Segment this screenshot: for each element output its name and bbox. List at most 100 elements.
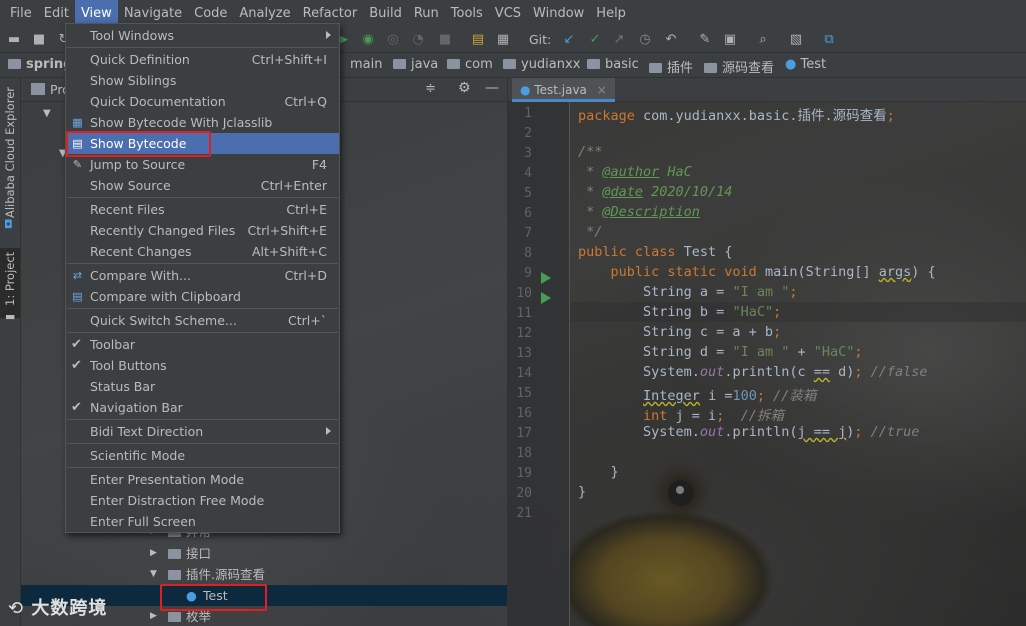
profile-icon[interactable]: ◔ bbox=[410, 32, 426, 48]
menu-item-scientific-mode[interactable]: Scientific Mode bbox=[66, 445, 339, 466]
project-structure-icon[interactable]: ▦ bbox=[495, 32, 511, 48]
code-line[interactable]: * @date 2020/10/14 bbox=[578, 184, 732, 200]
breadcrumb-main[interactable]: main bbox=[350, 57, 382, 72]
menu-item-quick-definition[interactable]: Quick Definition Ctrl+Shift+I bbox=[66, 49, 339, 70]
code-line[interactable]: String a = "I am "; bbox=[578, 284, 797, 300]
run-class-icon[interactable] bbox=[541, 272, 551, 284]
menu-tools[interactable]: Tools bbox=[445, 0, 489, 27]
menu-item-presentation-mode[interactable]: Enter Presentation Mode bbox=[66, 469, 339, 490]
menu-item-show-bytecode-jclasslib[interactable]: ▦ Show Bytecode With Jclasslib bbox=[66, 112, 339, 133]
line-number: 13 bbox=[516, 346, 532, 361]
tree-item-interface[interactable]: ▶ 接口 bbox=[21, 543, 507, 564]
breadcrumb-test[interactable]: ● Test bbox=[785, 57, 826, 72]
menu-file[interactable]: File bbox=[4, 0, 38, 27]
menu-item-show-source[interactable]: Show Source Ctrl+Enter bbox=[66, 175, 339, 196]
folder-icon bbox=[704, 63, 717, 73]
menu-separator bbox=[67, 443, 338, 444]
menu-item-distraction-free-mode[interactable]: Enter Distraction Free Mode bbox=[66, 490, 339, 511]
debug-icon[interactable]: ◉ bbox=[360, 32, 376, 48]
menu-item-show-siblings[interactable]: Show Siblings bbox=[66, 70, 339, 91]
tasks-icon[interactable]: ▧ bbox=[788, 32, 804, 48]
chevron-right-icon[interactable]: ▶ bbox=[150, 543, 157, 564]
checkmark-icon: ✔ bbox=[71, 358, 82, 373]
code-line[interactable]: * @author HaC bbox=[578, 164, 692, 180]
menu-item-recent-files[interactable]: Recent Files Ctrl+E bbox=[66, 199, 339, 220]
line-number: 15 bbox=[516, 386, 532, 401]
menu-item-jump-to-source[interactable]: ✎ Jump to Source F4 bbox=[66, 154, 339, 175]
code-line[interactable]: String b = "HaC"; bbox=[578, 304, 781, 320]
coverage-icon[interactable]: ◎ bbox=[385, 32, 401, 48]
code-line[interactable]: */ bbox=[578, 224, 602, 240]
breadcrumb-yudianxx[interactable]: yudianxx bbox=[503, 57, 580, 72]
menu-item-toolbar[interactable]: ✔ Toolbar bbox=[66, 334, 339, 355]
code-line[interactable]: } bbox=[578, 484, 586, 500]
run-method-icon[interactable] bbox=[541, 292, 551, 304]
breadcrumb-com[interactable]: com bbox=[447, 57, 493, 72]
collapse-all-icon[interactable]: ≑ bbox=[425, 81, 436, 96]
breadcrumb-source-view[interactable]: 源码查看 bbox=[704, 57, 774, 76]
menu-item-compare-with[interactable]: ⇄ Compare With... Ctrl+D bbox=[66, 265, 339, 286]
close-icon[interactable]: × bbox=[597, 83, 607, 97]
menu-window[interactable]: Window bbox=[527, 0, 590, 27]
line-number: 3 bbox=[524, 146, 532, 161]
git-history-icon[interactable]: ◷ bbox=[637, 32, 653, 48]
menu-item-recent-changes[interactable]: Recent Changes Alt+Shift+C bbox=[66, 241, 339, 262]
breadcrumb-plugin[interactable]: 插件 bbox=[649, 57, 693, 76]
code-line[interactable]: System.out.println(j == j); //true bbox=[578, 424, 919, 440]
hide-panel-icon[interactable]: — bbox=[485, 80, 499, 96]
code-line[interactable]: package com.yudianxx.basic.插件.源码查看; bbox=[578, 104, 895, 124]
menu-run[interactable]: Run bbox=[408, 0, 445, 27]
menu-item-tool-buttons[interactable]: ✔ Tool Buttons bbox=[66, 355, 339, 376]
tab-test-java[interactable]: ● Test.java × bbox=[512, 78, 615, 102]
menu-item-compare-clipboard[interactable]: ▤ Compare with Clipboard bbox=[66, 286, 339, 307]
code-line[interactable]: Integer i =100; //装箱 bbox=[578, 384, 816, 404]
line-number: 8 bbox=[524, 246, 532, 261]
git-update-icon[interactable]: ↙ bbox=[561, 32, 577, 48]
menu-build[interactable]: Build bbox=[363, 0, 408, 27]
alibaba-cloud-explorer-tab[interactable]: Alibaba Cloud Explorer bbox=[3, 87, 17, 218]
code-line[interactable]: } bbox=[578, 464, 619, 480]
settings-wrench-icon[interactable]: ✎ bbox=[697, 32, 713, 48]
menu-item-quick-documentation[interactable]: Quick Documentation Ctrl+Q bbox=[66, 91, 339, 112]
code-line[interactable]: public static void main(String[] args) { bbox=[578, 264, 936, 280]
code-line[interactable]: /** bbox=[578, 144, 602, 160]
stop-icon[interactable]: ■ bbox=[437, 32, 453, 48]
code-line[interactable]: public class Test { bbox=[578, 244, 732, 260]
code-line[interactable]: * @Description bbox=[578, 204, 700, 220]
project-tool-tab[interactable]: 1: Project bbox=[3, 252, 17, 306]
line-number: 2 bbox=[524, 126, 532, 141]
code-line[interactable]: System.out.println(c == d); //false bbox=[578, 364, 928, 380]
code-line[interactable]: String d = "I am " + "HaC"; bbox=[578, 344, 863, 360]
build-icon[interactable]: ▤ bbox=[470, 32, 486, 48]
search-icon[interactable]: ⌕ bbox=[755, 32, 771, 48]
git-commit-icon[interactable]: ✓ bbox=[587, 32, 603, 48]
menu-item-navigation-bar[interactable]: ✔ Navigation Bar bbox=[66, 397, 339, 418]
project-structure2-icon[interactable]: ▣ bbox=[722, 32, 738, 48]
menu-item-tool-windows[interactable]: Tool Windows bbox=[66, 25, 339, 46]
menu-item-bidi-text-direction[interactable]: Bidi Text Direction bbox=[66, 421, 339, 442]
menu-item-status-bar[interactable]: Status Bar bbox=[66, 376, 339, 397]
edit-pencil-icon: ✎ bbox=[72, 158, 83, 171]
gear-icon[interactable]: ⚙ bbox=[458, 80, 471, 96]
line-number: 9 bbox=[524, 266, 532, 281]
git-push-icon[interactable]: ↗ bbox=[611, 32, 627, 48]
chevron-down-icon[interactable]: ▼ bbox=[43, 108, 51, 119]
breadcrumb-basic[interactable]: basic bbox=[587, 57, 639, 72]
code-line[interactable]: int j = i; //拆箱 bbox=[578, 404, 784, 424]
code-line[interactable]: String c = a + b; bbox=[578, 324, 781, 340]
save-icon[interactable]: ■ bbox=[31, 32, 47, 48]
breadcrumb-java[interactable]: java bbox=[393, 57, 438, 72]
chevron-right-icon[interactable]: ▶ bbox=[150, 606, 157, 626]
menu-help[interactable]: Help bbox=[590, 0, 632, 27]
menu-vcs[interactable]: VCS bbox=[489, 0, 527, 27]
menu-item-recently-changed-files[interactable]: Recently Changed Files Ctrl+Shift+E bbox=[66, 220, 339, 241]
chevron-down-icon[interactable]: ▼ bbox=[150, 564, 157, 585]
menu-item-quick-switch-scheme[interactable]: Quick Switch Scheme... Ctrl+` bbox=[66, 310, 339, 331]
tree-item-plugin-source[interactable]: ▼ 插件.源码查看 bbox=[21, 564, 507, 585]
git-rollback-icon[interactable]: ↶ bbox=[663, 32, 679, 48]
breadcrumb-project[interactable]: spring bbox=[8, 57, 72, 72]
open-folder-icon[interactable]: ▬ bbox=[6, 32, 22, 48]
terminal-icon[interactable]: ⧉ bbox=[821, 32, 837, 48]
jclasslib-icon: ▦ bbox=[72, 116, 83, 129]
menu-item-full-screen[interactable]: Enter Full Screen bbox=[66, 511, 339, 532]
